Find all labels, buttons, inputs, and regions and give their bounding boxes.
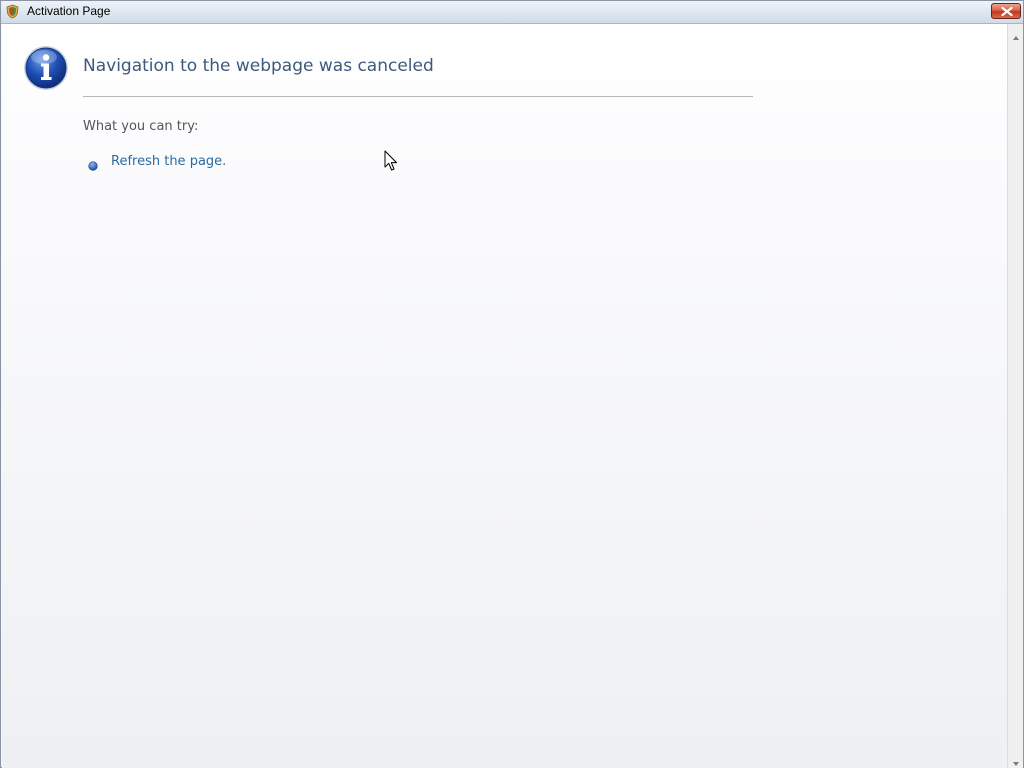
what-you-can-try-label: What you can try:	[83, 119, 199, 134]
title-divider	[83, 96, 753, 97]
title-bar[interactable]: Activation Page	[1, 1, 1023, 24]
scroll-up-icon[interactable]	[1011, 28, 1021, 40]
refresh-page-link[interactable]: Refresh the page.	[111, 154, 226, 169]
vertical-scrollbar[interactable]	[1007, 24, 1023, 768]
shield-icon	[5, 4, 20, 19]
browser-window: Activation Page Navigation to the webpag…	[0, 0, 1024, 768]
window-title: Activation Page	[27, 4, 111, 18]
bullet-icon	[88, 156, 98, 171]
close-icon	[1001, 7, 1013, 16]
close-button[interactable]	[991, 3, 1021, 19]
info-icon	[23, 45, 69, 91]
page-content: Navigation to the webpage was canceled W…	[2, 24, 1007, 768]
page-title: Navigation to the webpage was canceled	[83, 56, 434, 76]
mouse-pointer-icon	[384, 150, 398, 172]
scroll-down-icon[interactable]	[1011, 754, 1021, 766]
